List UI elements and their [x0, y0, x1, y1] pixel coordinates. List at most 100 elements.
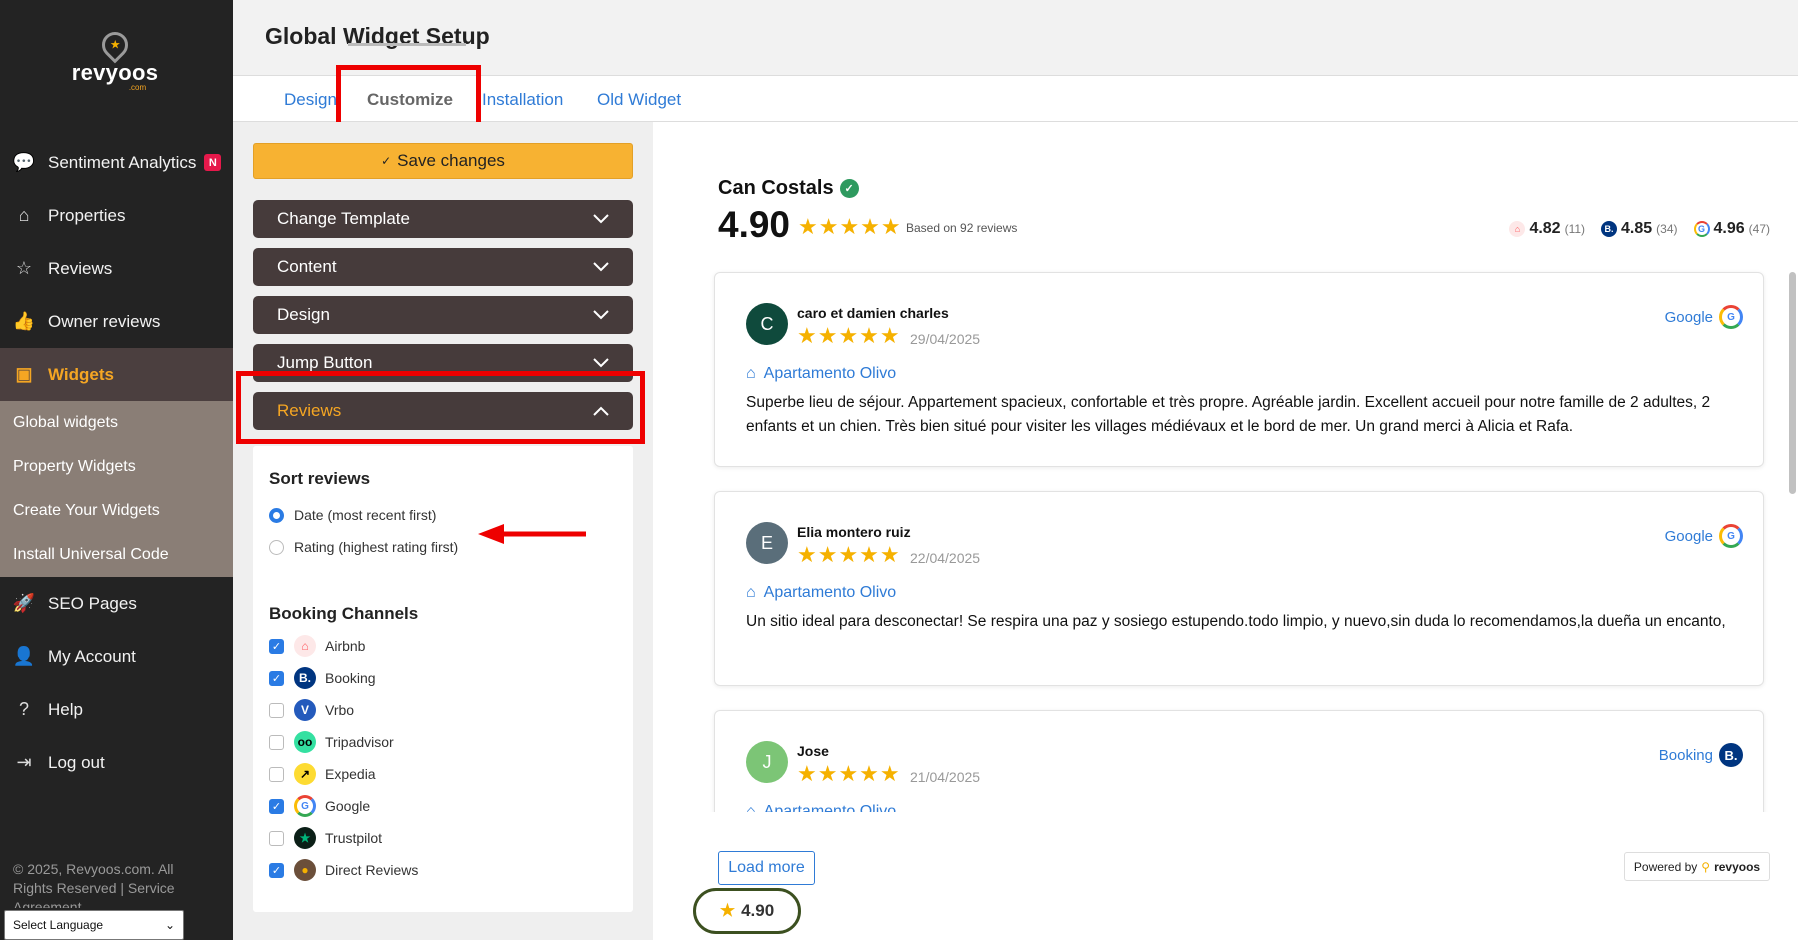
floating-rating-button[interactable]: ★ 4.90: [693, 888, 801, 934]
floating-rating-value: 4.90: [741, 901, 775, 920]
review-property[interactable]: ⌂ Apartamento Olivo: [746, 584, 896, 602]
tab-old-widget[interactable]: Old Widget: [597, 90, 681, 110]
platform-score-value: 4.82: [1529, 220, 1561, 237]
checkbox-checked[interactable]: ✓: [269, 798, 284, 814]
platform-score-count: (11): [1564, 222, 1586, 236]
sort-option-label: Date (most recent first): [294, 507, 437, 523]
review-property[interactable]: ⌂ Apartamento Olivo: [746, 803, 896, 812]
revyoos-logo[interactable]: ★ revyoos .com: [60, 26, 170, 92]
channel-vrbo[interactable]: V Vrbo: [269, 694, 617, 726]
review-source-link[interactable]: Google G: [1665, 305, 1743, 329]
review-source-link[interactable]: Google G: [1665, 524, 1743, 548]
checkbox-checked[interactable]: ✓: [269, 670, 284, 686]
accordion-jump-button[interactable]: Jump Button: [253, 344, 633, 382]
main-nav: 💬 Sentiment Analytics N ⌂ Properties ☆ R…: [0, 136, 233, 789]
sidebar-item-owner-reviews[interactable]: 👍 Owner reviews: [0, 295, 233, 348]
sidebar-item-my-account[interactable]: 👤 My Account: [0, 630, 233, 683]
platform-score-google: G 4.96 (47): [1693, 220, 1770, 238]
reviewer-name: Elia montero ruiz: [797, 524, 911, 540]
user-icon: 👤: [12, 646, 36, 666]
sidebar-subitem-property-widgets[interactable]: Property Widgets: [0, 445, 233, 489]
powered-brand: revyoos: [1714, 859, 1761, 874]
overall-rating: 4.90: [718, 204, 791, 245]
channel-label: Vrbo: [325, 702, 355, 718]
accordion-reviews[interactable]: Reviews: [253, 392, 633, 430]
sidebar-item-sentiment-analytics[interactable]: 💬 Sentiment Analytics N: [0, 136, 233, 189]
star-icon: ☆: [15, 258, 33, 278]
channel-booking[interactable]: ✓ B. Booking: [269, 662, 617, 694]
checkbox-unchecked[interactable]: [269, 702, 284, 718]
sidebar-subitem-create-widgets[interactable]: Create Your Widgets: [0, 489, 233, 533]
google-icon: G: [1719, 524, 1743, 548]
tab-design[interactable]: Design: [284, 90, 337, 110]
accordion-content[interactable]: Content: [253, 248, 633, 286]
review-source-label: Google: [1664, 527, 1713, 545]
channel-trustpilot[interactable]: ★ Trustpilot: [269, 822, 617, 854]
scrollbar-thumb[interactable]: [1789, 272, 1796, 494]
sidebar-item-label: Widgets: [48, 364, 114, 384]
chevron-down-icon: ⌄: [164, 918, 175, 932]
channel-expedia[interactable]: ↗ Expedia: [269, 758, 617, 790]
tab-installation[interactable]: Installation: [482, 90, 563, 110]
location-pin-icon: ★: [96, 26, 134, 64]
channel-label: Tripadvisor: [325, 734, 394, 750]
business-name: Can Costals ✓: [718, 177, 859, 200]
save-changes-label: Save changes: [397, 151, 505, 170]
sidebar-item-logout[interactable]: ⇥ Log out: [0, 736, 233, 789]
direct-reviews-icon: ●: [294, 859, 316, 881]
channel-direct-reviews[interactable]: ✓ ● Direct Reviews: [269, 854, 617, 886]
check-icon: ✓: [381, 154, 392, 168]
accordion-label: Change Template: [277, 209, 410, 228]
trustpilot-icon: ★: [294, 827, 316, 849]
channel-label: Google: [325, 798, 371, 814]
sidebar-item-seo-pages[interactable]: 🚀 SEO Pages: [0, 577, 233, 630]
checkbox-unchecked[interactable]: [269, 830, 284, 846]
checkbox-checked[interactable]: ✓: [269, 862, 284, 878]
sidebar-item-properties[interactable]: ⌂ Properties: [0, 189, 233, 242]
radio-unselected[interactable]: [269, 539, 284, 555]
review-text: Superbe lieu de séjour. Appartement spac…: [746, 394, 1711, 435]
checkbox-unchecked[interactable]: [269, 766, 284, 782]
review-date: 21/04/2025: [910, 769, 981, 785]
sidebar-item-label: SEO Pages: [48, 593, 137, 613]
channel-tripadvisor[interactable]: oo Tripadvisor: [269, 726, 617, 758]
channel-google[interactable]: ✓ G Google: [269, 790, 617, 822]
channel-label: Direct Reviews: [325, 862, 419, 878]
tab-customize[interactable]: Customize: [367, 90, 453, 110]
powered-by-badge[interactable]: Powered by ⚲ revyoos: [1624, 852, 1770, 881]
review-source-label: Google: [1664, 308, 1713, 326]
sidebar-item-widgets[interactable]: ▣ Widgets: [0, 348, 233, 401]
channel-airbnb[interactable]: ✓ ⌂ Airbnb: [269, 630, 617, 662]
home-icon: ⌂: [746, 803, 756, 812]
sidebar-item-reviews[interactable]: ☆ Reviews: [0, 242, 233, 295]
radio-selected[interactable]: [269, 507, 284, 523]
sidebar-subitem-global-widgets[interactable]: Global widgets: [0, 401, 233, 445]
sidebar-item-label: Owner reviews: [48, 311, 161, 331]
load-more-button[interactable]: Load more: [718, 851, 815, 885]
accordion-change-template[interactable]: Change Template: [253, 200, 633, 238]
avatar: E: [746, 522, 788, 564]
avatar: C: [746, 303, 788, 345]
review-text: Un sitio ideal para desconectar! Se resp…: [746, 613, 1726, 630]
chevron-down-icon: [593, 211, 609, 227]
powered-by-text: Powered by: [1633, 859, 1698, 874]
review-property[interactable]: ⌂ Apartamento Olivo: [746, 365, 896, 383]
platform-score-value: 4.85: [1621, 220, 1653, 237]
home-icon: ⌂: [18, 205, 30, 225]
accordion-design[interactable]: Design: [253, 296, 633, 334]
tripadvisor-icon: oo: [294, 731, 316, 753]
sidebar: ★ revyoos .com 💬 Sentiment Analytics N ⌂…: [0, 0, 233, 940]
accordion-label: Reviews: [277, 401, 342, 420]
platform-score-count: (47): [1748, 222, 1770, 236]
booking-icon: B.: [294, 667, 316, 689]
review-source-link[interactable]: Booking B.: [1659, 743, 1743, 767]
checkbox-unchecked[interactable]: [269, 734, 284, 750]
help-icon: ?: [18, 699, 29, 719]
sidebar-item-help[interactable]: ? Help: [0, 683, 233, 736]
checkbox-checked[interactable]: ✓: [269, 638, 284, 654]
save-changes-button[interactable]: ✓ Save changes: [253, 143, 633, 179]
sidebar-subitem-install-code[interactable]: Install Universal Code: [0, 533, 233, 577]
language-select[interactable]: Select Language ⌄: [4, 910, 184, 940]
vrbo-icon: V: [294, 699, 316, 721]
platform-score-value: 4.96: [1713, 220, 1745, 237]
